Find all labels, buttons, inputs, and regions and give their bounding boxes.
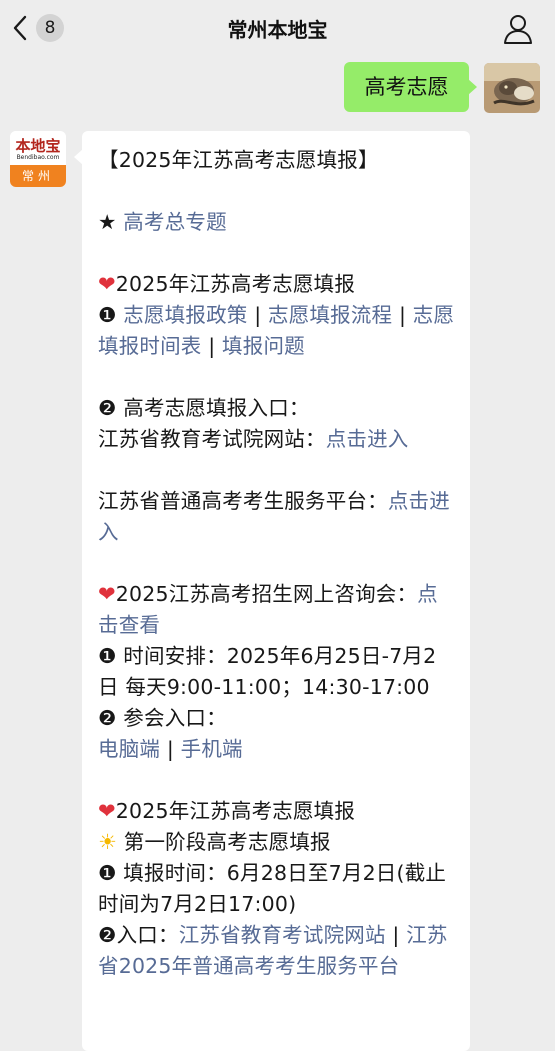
section1-links: ❶ 志愿填报政策 | 志愿填报流程 | 志愿填报时间表 | 填报问题 (98, 303, 455, 358)
heart-icon: ❤ (98, 582, 116, 606)
sun-icon: ☀ (98, 830, 118, 854)
chat-header: 8 常州本地宝 (0, 0, 555, 56)
section1-title: ❤2025年江苏高考志愿填报 (98, 272, 356, 296)
number-one-icon: ❶ (98, 644, 117, 668)
entry2-line: ❷入口：江苏省教育考试院网站 | 江苏省2025年普通高考考生服务平台 (98, 923, 448, 978)
exam-site-line: 江苏省教育考试院网站：点击进入 (98, 427, 409, 451)
cat-photo (484, 63, 540, 113)
outgoing-message[interactable]: 高考志愿 (344, 62, 477, 112)
logo-city-label: 常州 (10, 165, 66, 187)
section3-title: ❤2025年江苏高考志愿填报 (98, 799, 356, 823)
entry-title: ❷ 高考志愿填报入口： (98, 396, 310, 420)
process-link[interactable]: 志愿填报流程 (268, 303, 392, 327)
time-line: ❶ 时间安排：2025年6月25日-7月2日 每天9:00-11:00；14:3… (98, 644, 437, 699)
incoming-message: 【2025年江苏高考志愿填报】 ★ 高考总专题 ❤2025年江苏高考志愿填报 ❶… (74, 131, 470, 1051)
number-two-icon: ❷ (98, 396, 117, 420)
policy-link[interactable]: 志愿填报政策 (123, 303, 247, 327)
number-one-icon: ❶ (98, 861, 117, 885)
heart-icon: ❤ (98, 799, 116, 823)
back-button[interactable]: 8 (12, 10, 72, 46)
chevron-left-icon (13, 15, 27, 41)
bendibao-logo: 本地宝 Bendibao.com (10, 131, 66, 165)
bot-avatar[interactable]: 本地宝 Bendibao.com 常州 (10, 131, 66, 187)
message-title: 【2025年江苏高考志愿填报】 (98, 148, 379, 172)
person-icon (504, 15, 532, 44)
star-icon: ★ (98, 210, 117, 234)
topic-line: ★ 高考总专题 (98, 207, 456, 238)
exam-site-link[interactable]: 江苏省教育考试院网站 (179, 923, 386, 947)
section2-title: ❤2025江苏高考招生网上咨询会：点击查看 (98, 582, 438, 637)
pc-link[interactable]: 电脑端 (98, 737, 160, 761)
device-links: 电脑端 | 手机端 (98, 737, 243, 761)
platform-line: 江苏省普通高考考生服务平台：点击进入 (98, 489, 450, 544)
topic-link[interactable]: 高考总专题 (123, 210, 227, 234)
chat-title: 常州本地宝 (227, 18, 328, 42)
mobile-link[interactable]: 手机端 (181, 737, 243, 761)
issues-link[interactable]: 填报问题 (222, 334, 305, 358)
phase1-line: ☀ 第一阶段高考志愿填报 (98, 830, 331, 854)
my-avatar[interactable] (484, 63, 540, 113)
join-line: ❷ 参会入口： (98, 706, 227, 730)
number-one-icon: ❶ (98, 303, 117, 327)
message-body: 【2025年江苏高考志愿填报】 ★ 高考总专题 ❤2025年江苏高考志愿填报 ❶… (98, 145, 456, 982)
heart-icon: ❤ (98, 272, 116, 296)
exam-site-enter-link[interactable]: 点击进入 (326, 427, 409, 451)
profile-button[interactable] (500, 12, 536, 46)
unread-count-badge: 8 (36, 14, 64, 42)
number-two-icon: ❷ (98, 706, 117, 730)
fill-time-line: ❶ 填报时间：6月28日至7月2日(截止时间为7月2日17:00) (98, 861, 447, 916)
number-two-icon: ❷ (98, 923, 117, 947)
